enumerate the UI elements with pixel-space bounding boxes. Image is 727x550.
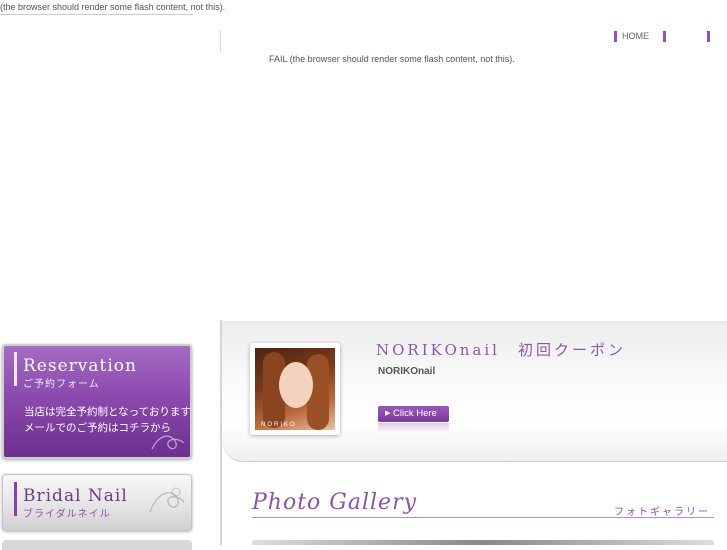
gallery-title: Photo Gallery [252, 490, 418, 515]
swirl-ornament-icon [149, 487, 185, 513]
gallery-subtitle: フォトギャラリー [614, 507, 710, 518]
flash-fallback-message: FAIL (the browser should render some fla… [269, 54, 515, 64]
column-divider [220, 30, 221, 52]
reservation-line-2: メールでのご予約はコチラから [24, 422, 171, 434]
coupon-shop-name: NORIKOnail [378, 366, 436, 377]
banner-accent-bar [14, 352, 17, 386]
bridal-subtitle: ブライダルネイル [23, 509, 111, 520]
flash-fallback-header: (the browser should render some flash co… [0, 0, 225, 15]
coupon-photo-frame: NORIKO [250, 343, 340, 435]
reservation-banner[interactable]: Reservation ご予約フォーム 当店は完全予約制となっております メール… [2, 344, 192, 459]
coupon-panel: NORIKO NORIKOnail 初回クーポン NORIKOnail ▶ Cl… [222, 321, 727, 462]
nav-marker-icon [663, 30, 666, 42]
click-here-label: Click Here [393, 408, 437, 419]
reservation-line-1: 当店は完全予約制となっております [24, 406, 191, 418]
bridal-title: Bridal Nail [23, 486, 128, 506]
arrow-right-icon: ▶ [385, 410, 391, 417]
photo-caption: NORIKO [261, 422, 297, 428]
next-banner-partial[interactable] [2, 540, 192, 550]
coupon-photo: NORIKO [255, 348, 335, 430]
photo-face [279, 362, 313, 408]
reservation-subtitle: ご予約フォーム [23, 379, 100, 390]
top-nav: HOME [614, 29, 715, 43]
nav-item-home[interactable]: HOME [614, 30, 649, 42]
reservation-title: Reservation [23, 356, 137, 376]
button-reflection [378, 423, 449, 433]
gallery-image-strip[interactable] [252, 540, 714, 545]
bridal-nail-banner[interactable]: Bridal Nail ブライダルネイル [2, 474, 192, 531]
banner-accent-bar [14, 482, 17, 516]
nav-item-label: HOME [622, 31, 649, 41]
swirl-ornament-icon [151, 435, 185, 450]
nav-marker-icon [707, 30, 710, 42]
gallery-divider [252, 517, 714, 518]
nav-item-3[interactable] [707, 30, 715, 42]
coupon-title: NORIKOnail 初回クーポン [376, 341, 626, 359]
nav-item-2[interactable] [663, 30, 707, 42]
click-here-button[interactable]: ▶ Click Here [378, 406, 449, 422]
nav-marker-icon [614, 30, 617, 42]
